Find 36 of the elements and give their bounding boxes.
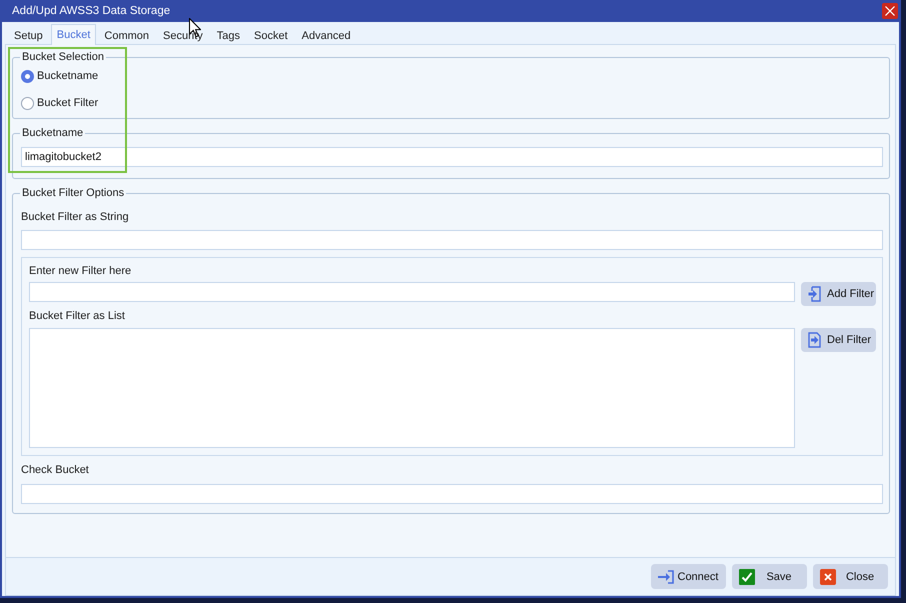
radio-button[interactable] (21, 70, 34, 82)
tab[interactable]: Bucket (50, 24, 96, 45)
dialog-button[interactable]: Close (813, 564, 888, 589)
arrow-into-bracket-icon (658, 570, 674, 584)
tab[interactable]: Setup (8, 25, 49, 45)
text-field[interactable]: limagitobucket2 (21, 147, 883, 167)
tab[interactable]: Tags (210, 25, 246, 45)
del-filter-button[interactable]: Del Filter (801, 328, 876, 352)
tab[interactable]: Security (157, 25, 209, 45)
close-button[interactable] (882, 3, 898, 19)
group-title: Bucket Filter Options (21, 186, 126, 200)
tab[interactable]: Common (98, 25, 156, 45)
close-icon (885, 6, 895, 16)
list-box[interactable] (29, 328, 795, 448)
group-title: Bucketname (21, 126, 84, 140)
group-title: Bucket Selection (21, 50, 105, 64)
arrow-in-page-icon (808, 332, 821, 348)
add-filter-button[interactable]: Add Filter (801, 282, 876, 306)
input-field[interactable] (21, 230, 883, 250)
check-icon (739, 568, 755, 584)
arrow-into-frame-icon (808, 286, 821, 302)
radio-button[interactable] (21, 96, 34, 110)
tab[interactable]: Advanced (296, 25, 357, 45)
input-field[interactable] (21, 484, 883, 504)
dialog-button[interactable]: Connect (651, 564, 726, 589)
tab[interactable]: Socket (248, 25, 294, 45)
radio-label[interactable]: Bucketname (37, 69, 98, 83)
field-label: Check Bucket (21, 463, 90, 477)
dialog-button[interactable]: Save (732, 564, 807, 589)
field-label: Bucket Filter as String (21, 210, 130, 224)
input-field[interactable] (29, 282, 795, 302)
radio-label[interactable]: Bucket Filter (37, 96, 98, 110)
close-icon (820, 568, 836, 584)
field-label: Enter new Filter here (29, 264, 132, 278)
window-title: Add/Upd AWSS3 Data Storage (12, 4, 170, 18)
field-label: Bucket Filter as List (29, 309, 126, 323)
